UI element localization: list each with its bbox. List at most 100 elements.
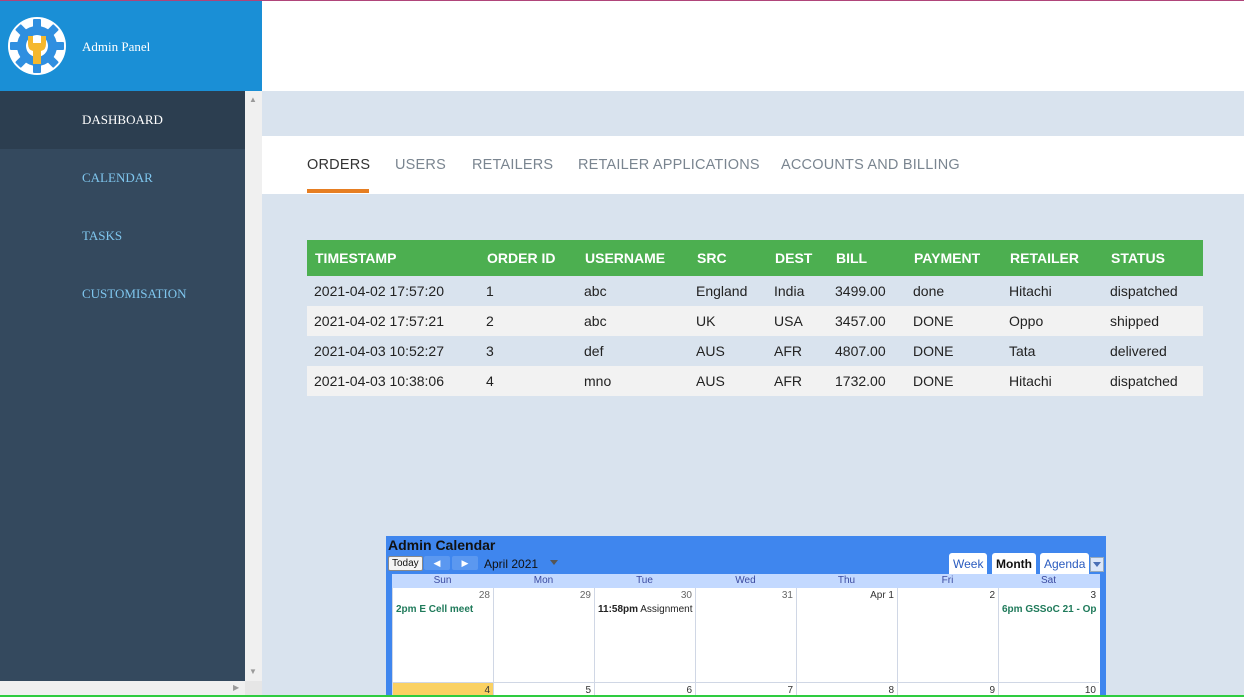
next-month-icon[interactable]: ▶ <box>452 556 478 570</box>
day-number: 30 <box>680 590 692 601</box>
table-cell: 3499.00 <box>828 276 906 306</box>
table-cell: Hitachi <box>1002 366 1103 396</box>
weekday-label: Thu <box>837 575 856 586</box>
table-cell: dispatched <box>1103 276 1203 306</box>
column-header[interactable]: BILL <box>828 240 906 276</box>
table-cell: 1732.00 <box>828 366 906 396</box>
view-week-tab[interactable]: Week <box>949 553 988 574</box>
table-cell: DONE <box>906 306 1002 336</box>
table-cell: abc <box>577 306 689 336</box>
column-header[interactable]: STATUS <box>1103 240 1203 276</box>
table-cell: USA <box>767 306 828 336</box>
day-number: 3 <box>1090 590 1096 601</box>
calendar-event[interactable]: 2pm E Cell meet <box>396 604 492 615</box>
sidebar-item-label: CUSTOMISATION <box>82 286 187 301</box>
table-cell: UK <box>689 306 767 336</box>
table-row[interactable]: 2021-04-02 17:57:20 1 abc England India … <box>307 276 1203 306</box>
day-cell[interactable]: 29 <box>493 588 594 682</box>
table-cell: AFR <box>767 336 828 366</box>
weekday-label: Mon <box>533 575 554 586</box>
column-header[interactable]: TIMESTAMP <box>307 240 479 276</box>
tab-retailer-applications[interactable]: RETAILER APPLICATIONS <box>578 157 760 173</box>
table-cell: Hitachi <box>1002 276 1103 306</box>
weekday-label: Tue <box>636 575 653 586</box>
column-header[interactable]: ORDER ID <box>479 240 577 276</box>
calendar-event[interactable]: 11:58pm Assignment <box>598 604 694 615</box>
weekday-label: Wed <box>735 575 756 586</box>
table-cell: 2021-04-02 17:57:20 <box>307 276 479 306</box>
weekday-label: Sat <box>1040 575 1056 586</box>
table-cell: Oppo <box>1002 306 1103 336</box>
month-dropdown-icon[interactable] <box>550 560 558 565</box>
table-row[interactable]: 2021-04-02 17:57:21 2 abc UK USA 3457.00… <box>307 306 1203 336</box>
day-cell[interactable]: Apr 1 <box>796 588 897 682</box>
column-header[interactable]: USERNAME <box>577 240 689 276</box>
day-number: 29 <box>579 590 591 601</box>
table-cell: 2021-04-03 10:52:27 <box>307 336 479 366</box>
orders-table: TIMESTAMP ORDER ID USERNAME SRC DEST BIL… <box>307 240 1203 396</box>
table-cell: mno <box>577 366 689 396</box>
table-cell: 4 <box>479 366 577 396</box>
admin-calendar-widget: Admin Calendar Today ◀ ▶ April 2021 Week… <box>386 536 1106 697</box>
sidebar-item-dashboard[interactable]: DASHBOARD <box>0 91 245 149</box>
table-cell: shipped <box>1103 306 1203 336</box>
sidebar-item-label: CALENDAR <box>82 170 153 185</box>
today-button[interactable]: Today <box>388 556 423 571</box>
gear-wrench-logo-icon <box>8 17 66 75</box>
sidebar-item-tasks[interactable]: TASKS <box>0 207 245 265</box>
sidebar-item-label: TASKS <box>82 228 123 243</box>
prev-month-icon[interactable]: ◀ <box>424 556 450 570</box>
sidebar: DASHBOARD CALENDAR TASKS CUSTOMISATION <box>0 91 245 695</box>
table-cell: AFR <box>767 366 828 396</box>
tab-orders[interactable]: ORDERS <box>307 157 370 173</box>
day-cell[interactable]: 31 <box>695 588 796 682</box>
scrollbar-corner <box>245 681 262 695</box>
table-cell: 2021-04-02 17:57:21 <box>307 306 479 336</box>
day-number: 28 <box>478 590 490 601</box>
scroll-up-arrow-icon[interactable]: ▲ <box>249 95 257 104</box>
day-cell[interactable]: 28 2pm E Cell meet <box>392 588 493 682</box>
table-cell: done <box>906 276 1002 306</box>
view-month-tab[interactable]: Month <box>992 553 1036 574</box>
column-header[interactable]: RETAILER <box>1002 240 1103 276</box>
table-cell: Tata <box>1002 336 1103 366</box>
table-header-row: TIMESTAMP ORDER ID USERNAME SRC DEST BIL… <box>307 240 1203 276</box>
table-cell: 2 <box>479 306 577 336</box>
active-tab-indicator <box>307 189 369 193</box>
table-row[interactable]: 2021-04-03 10:52:27 3 def AUS AFR 4807.0… <box>307 336 1203 366</box>
scroll-right-arrow-icon[interactable]: ▶ <box>233 683 239 692</box>
weekday-label: Sun <box>433 575 452 586</box>
sidebar-item-customisation[interactable]: CUSTOMISATION <box>0 265 245 323</box>
sidebar-item-calendar[interactable]: CALENDAR <box>0 149 245 207</box>
scroll-down-arrow-icon[interactable]: ▼ <box>249 667 257 676</box>
brand-title: Admin Panel <box>82 39 151 54</box>
event-title: Assignment <box>640 604 693 615</box>
calendar-options-dropdown-icon[interactable] <box>1090 557 1104 572</box>
tab-retailers[interactable]: RETAILERS <box>472 157 553 173</box>
table-row[interactable]: 2021-04-03 10:38:06 4 mno AUS AFR 1732.0… <box>307 366 1203 396</box>
sidebar-item-label: DASHBOARD <box>82 112 163 127</box>
sidebar-horizontal-scrollbar[interactable]: ▶ <box>0 681 245 695</box>
column-header[interactable]: DEST <box>767 240 828 276</box>
table-cell: def <box>577 336 689 366</box>
table-cell: DONE <box>906 336 1002 366</box>
day-number: 2 <box>989 590 995 601</box>
day-cell[interactable]: 2 <box>897 588 998 682</box>
tab-accounts-and-billing[interactable]: ACCOUNTS AND BILLING <box>781 157 960 173</box>
day-cell[interactable]: 3 6pm GSSoC 21 - Op <box>998 588 1099 682</box>
day-cell[interactable]: 30 11:58pm Assignment <box>594 588 695 682</box>
sidebar-vertical-scrollbar[interactable]: ▲ ▼ <box>245 91 262 681</box>
top-header <box>262 1 1244 91</box>
table-cell: AUS <box>689 366 767 396</box>
column-header[interactable]: PAYMENT <box>906 240 1002 276</box>
view-agenda-tab[interactable]: Agenda <box>1040 553 1090 574</box>
weekday-header-row: Sun Mon Tue Wed Thu Fri Sat <box>392 574 1100 588</box>
column-header[interactable]: SRC <box>689 240 767 276</box>
current-month-label[interactable]: April 2021 <box>484 557 538 571</box>
table-cell: delivered <box>1103 336 1203 366</box>
day-number: Apr 1 <box>870 590 894 601</box>
calendar-event[interactable]: 6pm GSSoC 21 - Op <box>1002 604 1098 615</box>
tab-users[interactable]: USERS <box>395 157 446 173</box>
table-cell: 4807.00 <box>828 336 906 366</box>
tab-bar: ORDERS USERS RETAILERS RETAILER APPLICAT… <box>262 136 1244 194</box>
